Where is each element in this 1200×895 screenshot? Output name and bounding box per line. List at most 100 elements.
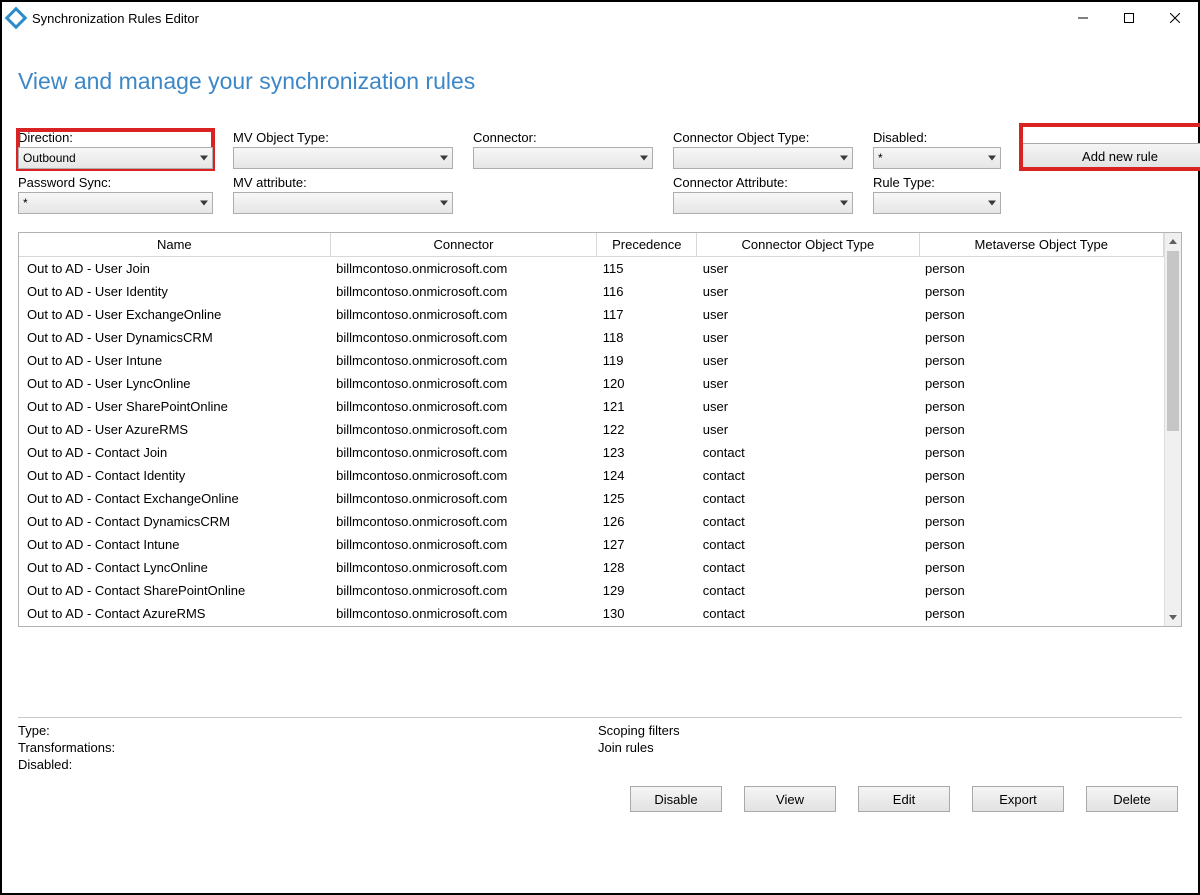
table-row[interactable]: Out to AD - User Identitybillmcontoso.on…: [19, 280, 1164, 303]
table-row[interactable]: Out to AD - Contact Identitybillmcontoso…: [19, 464, 1164, 487]
cell-name: Out to AD - User DynamicsCRM: [19, 326, 330, 349]
cell-connector: billmcontoso.onmicrosoft.com: [330, 280, 597, 303]
cell-connector: billmcontoso.onmicrosoft.com: [330, 395, 597, 418]
cell-cot: user: [697, 418, 919, 441]
connector-combo[interactable]: [473, 147, 653, 169]
connector-attribute-label: Connector Attribute:: [673, 175, 853, 190]
cell-name: Out to AD - User ExchangeOnline: [19, 303, 330, 326]
password-sync-field: Password Sync: *: [18, 175, 213, 214]
cell-precedence: 121: [597, 395, 697, 418]
cell-precedence: 125: [597, 487, 697, 510]
rules-table[interactable]: Name Connector Precedence Connector Obje…: [19, 233, 1164, 625]
export-button[interactable]: Export: [972, 786, 1064, 812]
direction-combo[interactable]: Outbound: [18, 147, 213, 169]
table-row[interactable]: Out to AD - User DynamicsCRMbillmcontoso…: [19, 326, 1164, 349]
cell-name: Out to AD - Contact LyncOnline: [19, 556, 330, 579]
mv-attribute-field: MV attribute:: [233, 175, 453, 214]
disabled-combo[interactable]: *: [873, 147, 1001, 169]
connector-attribute-field: Connector Attribute:: [673, 175, 853, 214]
mv-object-type-label: MV Object Type:: [233, 130, 453, 145]
connector-object-type-label: Connector Object Type:: [673, 130, 853, 145]
col-mv-obj[interactable]: Metaverse Object Type: [919, 233, 1163, 257]
table-row[interactable]: Out to AD - Contact Intunebillmcontoso.o…: [19, 533, 1164, 556]
cell-precedence: 122: [597, 418, 697, 441]
table-row[interactable]: Out to AD - Contact ExchangeOnlinebillmc…: [19, 487, 1164, 510]
minimize-button[interactable]: [1060, 4, 1106, 32]
cell-name: Out to AD - Contact Join: [19, 441, 330, 464]
cell-cot: contact: [697, 510, 919, 533]
add-new-rule-button[interactable]: Add new rule: [1021, 143, 1200, 169]
action-bar: Disable View Edit Export Delete: [18, 786, 1182, 812]
password-sync-combo[interactable]: *: [18, 192, 213, 214]
mv-object-type-combo[interactable]: [233, 147, 453, 169]
cell-connector: billmcontoso.onmicrosoft.com: [330, 418, 597, 441]
scroll-down-icon[interactable]: [1165, 609, 1181, 626]
direction-label: Direction:: [18, 130, 213, 145]
cell-precedence: 123: [597, 441, 697, 464]
cell-mot: person: [919, 510, 1163, 533]
cell-cot: contact: [697, 464, 919, 487]
col-precedence[interactable]: Precedence: [597, 233, 697, 257]
disable-button[interactable]: Disable: [630, 786, 722, 812]
cell-cot: user: [697, 257, 919, 281]
chevron-down-icon: [988, 156, 996, 161]
view-button[interactable]: View: [744, 786, 836, 812]
col-connector[interactable]: Connector: [330, 233, 597, 257]
delete-button[interactable]: Delete: [1086, 786, 1178, 812]
cell-mot: person: [919, 533, 1163, 556]
cell-cot: contact: [697, 441, 919, 464]
table-row[interactable]: Out to AD - User SharePointOnlinebillmco…: [19, 395, 1164, 418]
mv-attribute-combo[interactable]: [233, 192, 453, 214]
table-row[interactable]: Out to AD - Contact AzureRMSbillmcontoso…: [19, 602, 1164, 625]
cell-precedence: 130: [597, 602, 697, 625]
cell-precedence: 126: [597, 510, 697, 533]
cell-mot: person: [919, 441, 1163, 464]
close-button[interactable]: [1152, 4, 1198, 32]
cell-precedence: 118: [597, 326, 697, 349]
vertical-scrollbar[interactable]: [1164, 233, 1181, 626]
cell-precedence: 129: [597, 579, 697, 602]
col-name[interactable]: Name: [19, 233, 330, 257]
cell-mot: person: [919, 464, 1163, 487]
direction-value: Outbound: [23, 151, 76, 165]
rule-type-combo[interactable]: [873, 192, 1001, 214]
connector-attribute-combo[interactable]: [673, 192, 853, 214]
cell-mot: person: [919, 395, 1163, 418]
connector-label: Connector:: [473, 130, 653, 145]
table-row[interactable]: Out to AD - User Intunebillmcontoso.onmi…: [19, 349, 1164, 372]
mv-object-type-field: MV Object Type:: [233, 130, 453, 169]
table-row[interactable]: Out to AD - User Joinbillmcontoso.onmicr…: [19, 257, 1164, 281]
cell-cot: user: [697, 349, 919, 372]
detail-disabled: Disabled:: [18, 757, 598, 772]
cell-mot: person: [919, 349, 1163, 372]
cell-connector: billmcontoso.onmicrosoft.com: [330, 303, 597, 326]
cell-cot: contact: [697, 533, 919, 556]
page-title: View and manage your synchronization rul…: [18, 68, 1182, 95]
cell-precedence: 120: [597, 372, 697, 395]
edit-button[interactable]: Edit: [858, 786, 950, 812]
table-row[interactable]: Out to AD - Contact DynamicsCRMbillmcont…: [19, 510, 1164, 533]
maximize-button[interactable]: [1106, 4, 1152, 32]
table-row[interactable]: Out to AD - Contact Joinbillmcontoso.onm…: [19, 441, 1164, 464]
scroll-thumb[interactable]: [1167, 251, 1179, 431]
table-row[interactable]: Out to AD - User AzureRMSbillmcontoso.on…: [19, 418, 1164, 441]
filter-panel: Direction: Outbound MV Object Type: Conn…: [18, 125, 1182, 214]
rule-type-label: Rule Type:: [873, 175, 1001, 190]
cell-name: Out to AD - User AzureRMS: [19, 418, 330, 441]
cell-connector: billmcontoso.onmicrosoft.com: [330, 579, 597, 602]
table-row[interactable]: Out to AD - User ExchangeOnlinebillmcont…: [19, 303, 1164, 326]
chevron-down-icon: [640, 156, 648, 161]
connector-object-type-combo[interactable]: [673, 147, 853, 169]
scroll-up-icon[interactable]: [1165, 233, 1181, 250]
cell-mot: person: [919, 418, 1163, 441]
cell-precedence: 119: [597, 349, 697, 372]
cell-precedence: 117: [597, 303, 697, 326]
table-row[interactable]: Out to AD - Contact SharePointOnlinebill…: [19, 579, 1164, 602]
connector-object-type-field: Connector Object Type:: [673, 130, 853, 169]
cell-name: Out to AD - Contact DynamicsCRM: [19, 510, 330, 533]
col-conn-obj[interactable]: Connector Object Type: [697, 233, 919, 257]
table-row[interactable]: Out to AD - Contact LyncOnlinebillmconto…: [19, 556, 1164, 579]
cell-cot: user: [697, 326, 919, 349]
table-row[interactable]: Out to AD - User LyncOnlinebillmcontoso.…: [19, 372, 1164, 395]
app-window: Synchronization Rules Editor View and ma…: [0, 0, 1200, 895]
